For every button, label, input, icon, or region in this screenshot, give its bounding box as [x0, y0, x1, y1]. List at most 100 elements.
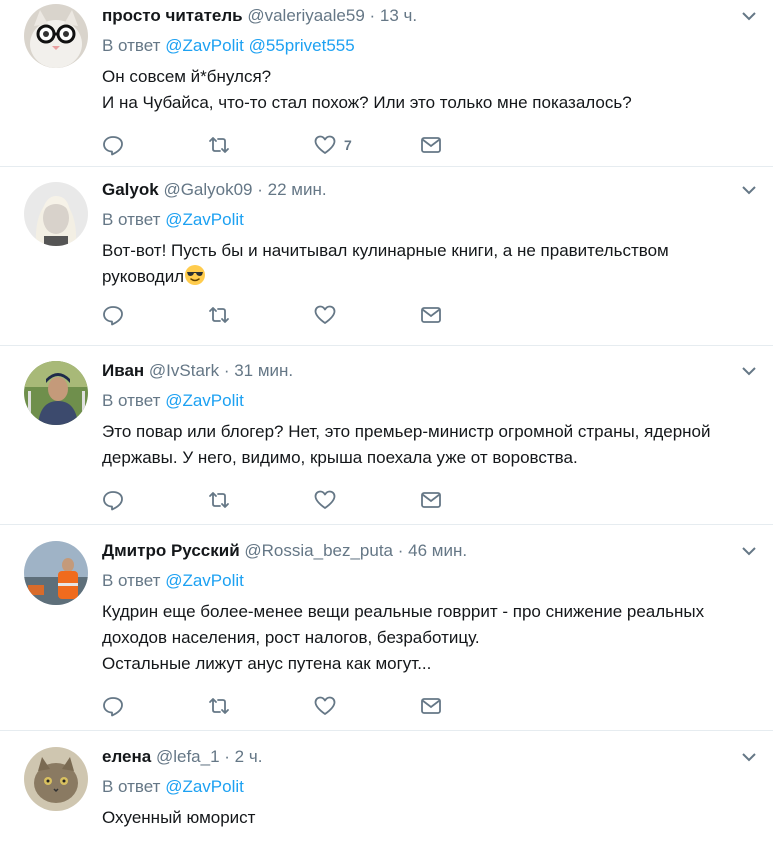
username[interactable]: @Galyok09 — [163, 180, 252, 199]
like-button[interactable] — [314, 489, 420, 511]
envelope-icon — [421, 492, 441, 508]
separator: · — [397, 541, 404, 560]
chevron-down-icon[interactable] — [741, 545, 757, 557]
avatar[interactable] — [24, 747, 88, 811]
reply-context: В ответ @ZavPolit @55privet555 — [102, 34, 773, 58]
timestamp[interactable]: 31 мин. — [234, 361, 293, 380]
tweet-text-line: Он совсем й*бнулся? — [102, 67, 272, 86]
tweet-text: Это повар или блогер? Нет, это премьер-м… — [102, 419, 758, 471]
like-button[interactable] — [314, 695, 420, 717]
envelope-icon — [421, 137, 441, 153]
timestamp[interactable]: 46 мин. — [408, 541, 467, 560]
retweet-button[interactable] — [208, 489, 314, 511]
avatar[interactable] — [24, 361, 88, 425]
reply-button[interactable] — [102, 695, 208, 717]
retweet-icon — [209, 307, 229, 323]
display-name[interactable]: Иван — [102, 361, 144, 380]
reply-icon — [103, 306, 123, 326]
separator: · — [223, 361, 230, 380]
username[interactable]: @Rossia_bez_puta — [244, 541, 393, 560]
retweet-icon — [209, 137, 229, 153]
tweet-actions — [102, 691, 773, 721]
mention-link[interactable]: @55privet555 — [249, 36, 355, 55]
tweet-actions — [102, 485, 773, 515]
direct-message-button[interactable] — [420, 134, 526, 156]
mention-link[interactable]: @ZavPolit — [165, 36, 244, 55]
heart-icon — [314, 135, 336, 154]
timestamp[interactable]: 13 ч. — [380, 6, 417, 25]
display-name[interactable]: Galyok — [102, 180, 159, 199]
tweet-header: Galyok @Galyok09 · 22 мин. — [102, 178, 773, 202]
separator: · — [369, 6, 376, 25]
tweet-text-line: руководил — [102, 267, 185, 286]
display-name[interactable]: Дмитро Русский — [102, 541, 240, 560]
timestamp[interactable]: 2 ч. — [235, 747, 263, 766]
separator: · — [257, 180, 263, 199]
envelope-icon — [421, 307, 441, 323]
mention-link[interactable]: @ZavPolit — [165, 210, 244, 229]
tweet-text-line: Кудрин еще более-менее вещи реальные гов… — [102, 602, 705, 621]
retweet-button[interactable] — [208, 134, 314, 156]
tweet-text-line: И на Чубайса, что-то стал похож? Или это… — [102, 93, 632, 112]
tweet-text-line-with-emoji: руководил — [102, 264, 758, 290]
chevron-down-icon[interactable] — [741, 10, 757, 22]
retweet-button[interactable] — [208, 304, 314, 326]
mention-link[interactable]: @ZavPolit — [165, 777, 244, 796]
tweet-header: елена @lefa_1 · 2 ч. — [102, 745, 773, 769]
heart-icon — [314, 696, 336, 715]
reply-prefix: В ответ — [102, 391, 161, 410]
like-button[interactable] — [314, 304, 420, 326]
tweet-text-line: Остальные лижут анус путена как могут... — [102, 654, 432, 673]
direct-message-button[interactable] — [420, 489, 526, 511]
tweet-header: Дмитро Русский @Rossia_bez_puta · 46 мин… — [102, 539, 773, 563]
tweet[interactable]: елена @lefa_1 · 2 ч. В ответ @ZavPolit О… — [0, 731, 773, 843]
smiling-face-with-sunglasses-emoji — [185, 265, 206, 285]
tweet-text-line: Охуенный юморист — [102, 808, 256, 827]
tweet-text-line: доходов населения, рост налогов, безрабо… — [102, 628, 480, 647]
tweet-actions: 7 — [102, 130, 773, 160]
tweet-text-line: державы. У него, видимо, крыша поехала у… — [102, 448, 578, 467]
avatar[interactable] — [24, 182, 88, 246]
retweet-button[interactable] — [208, 695, 314, 717]
tweet-header: Иван @IvStark · 31 мин. — [102, 359, 773, 383]
username[interactable]: @valeriyaale59 — [247, 6, 364, 25]
reply-prefix: В ответ — [102, 571, 161, 590]
mention-link[interactable]: @ZavPolit — [165, 571, 244, 590]
reply-icon — [103, 491, 123, 511]
mention-link[interactable]: @ZavPolit — [165, 391, 244, 410]
chevron-down-icon[interactable] — [741, 365, 757, 377]
heart-icon — [314, 490, 336, 509]
display-name[interactable]: просто читатель — [102, 6, 243, 25]
envelope-icon — [421, 698, 441, 714]
reply-context: В ответ @ZavPolit — [102, 775, 773, 799]
reply-prefix: В ответ — [102, 36, 161, 55]
separator: · — [224, 747, 230, 766]
direct-message-button[interactable] — [420, 695, 526, 717]
reply-button[interactable] — [102, 304, 208, 326]
reply-context: В ответ @ZavPolit — [102, 569, 773, 593]
tweet-actions — [102, 300, 773, 330]
tweet[interactable]: Иван @IvStark · 31 мин. В ответ @ZavPoli… — [0, 346, 773, 525]
avatar[interactable] — [24, 4, 88, 68]
retweet-icon — [209, 698, 229, 714]
display-name[interactable]: елена — [102, 747, 151, 766]
username[interactable]: @lefa_1 — [156, 747, 220, 766]
tweet[interactable]: просто читатель @valeriyaale59 · 13 ч. В… — [0, 0, 773, 167]
tweet-text-line: Вот-вот! Пусть бы и начитывал кулинарные… — [102, 241, 669, 260]
chevron-down-icon[interactable] — [741, 184, 757, 196]
tweet[interactable]: Дмитро Русский @Rossia_bez_puta · 46 мин… — [0, 525, 773, 731]
reply-context: В ответ @ZavPolit — [102, 208, 773, 232]
direct-message-button[interactable] — [420, 304, 526, 326]
reply-button[interactable] — [102, 489, 208, 511]
username[interactable]: @IvStark — [149, 361, 219, 380]
like-button[interactable]: 7 — [314, 134, 420, 156]
reply-button[interactable] — [102, 134, 208, 156]
reply-context: В ответ @ZavPolit — [102, 389, 773, 413]
tweet-text: Вот-вот! Пусть бы и начитывал кулинарные… — [102, 238, 758, 290]
tweet[interactable]: Galyok @Galyok09 · 22 мин. В ответ @ZavP… — [0, 167, 773, 346]
chevron-down-icon[interactable] — [741, 751, 757, 763]
tweet-text: Он совсем й*бнулся? И на Чубайса, что-то… — [102, 64, 758, 116]
avatar[interactable] — [24, 541, 88, 605]
timestamp[interactable]: 22 мин. — [268, 180, 327, 199]
like-count: 7 — [344, 137, 352, 153]
